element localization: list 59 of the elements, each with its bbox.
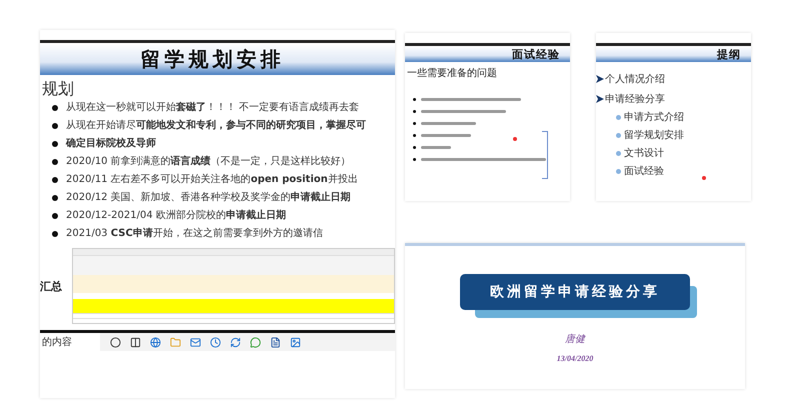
author-name: 唐健	[565, 332, 585, 346]
bullet-text: 确定目标院校及导师	[66, 138, 156, 150]
bullet-icon	[616, 168, 621, 174]
chat-icon[interactable]	[250, 336, 261, 348]
bullet-text: 2020/11 左右差不多可以开始关注各地的open position并投出	[66, 174, 358, 186]
bullet-text: 2020/12-2021/04 欧洲部分院校的申请截止日期	[66, 210, 286, 222]
bullet-icon	[52, 231, 58, 237]
bullet-icon	[52, 123, 58, 129]
bullet-text: 2020/10 前拿到满意的语言成绩（不是一定，只是这样比较好）	[66, 156, 351, 168]
bullet-text: 从现在开始请尽可能地发文和专利，参与不同的研究项目，掌握尽可	[66, 120, 366, 132]
bullet-text: 从现在这一秒就可以开始套磁了！！！ 不一定要有语言成绩再去套	[66, 102, 360, 114]
outline-subitem: 申请方式介绍	[624, 110, 684, 124]
bullet-icon	[413, 98, 416, 101]
outline-subitem: 面试经验	[624, 164, 664, 178]
bullet-icon	[52, 105, 58, 111]
task-view-icon[interactable]	[130, 336, 141, 348]
blurred-text-line	[421, 146, 451, 149]
search-field[interactable]: 的内容	[40, 333, 100, 351]
browser-icon[interactable]	[150, 336, 161, 348]
pointer-dot	[513, 137, 517, 141]
bullet-icon	[413, 158, 416, 161]
bullet-icon	[616, 114, 621, 120]
sync-icon[interactable]	[230, 336, 241, 348]
bullet-icon	[413, 134, 416, 137]
picture-icon[interactable]	[290, 336, 301, 348]
circle-icon[interactable]	[110, 336, 121, 348]
section-heading: 规划	[42, 79, 75, 100]
slide-title: 留学规划安排	[140, 46, 284, 72]
summary-label: 汇总	[40, 278, 63, 294]
bullet-icon	[52, 141, 58, 147]
outline-subitem: 留学规划安排	[624, 128, 684, 142]
blurred-text-line	[421, 134, 471, 137]
date-text: 13/04/2020	[556, 354, 594, 363]
outline-item: 申请经验分享	[605, 92, 665, 106]
slide-subtitle: 一些需要准备的问题	[407, 66, 498, 80]
arrow-bullet-icon	[596, 95, 604, 103]
bullet-icon	[413, 122, 416, 125]
bullet-icon	[616, 132, 621, 138]
bullet-icon	[52, 195, 58, 201]
outline-subitem: 文书设计	[624, 146, 664, 160]
title-banner: 欧洲留学申请经验分享	[460, 274, 690, 310]
bullet-icon	[52, 213, 58, 219]
outline-item: 个人情况介绍	[605, 72, 665, 86]
bullet-text: 2020/12 美国、新加坡、香港各种学校及奖学金的申请截止日期	[66, 192, 351, 204]
slide-title: 面试经验	[512, 46, 560, 62]
bullet-icon	[52, 159, 58, 165]
pointer-dot	[702, 176, 706, 180]
document-icon[interactable]	[270, 336, 281, 348]
bullet-icon	[413, 110, 416, 113]
bracket-line	[542, 131, 548, 179]
mail-icon[interactable]	[190, 336, 201, 348]
bullet-icon	[413, 146, 416, 149]
arrow-bullet-icon	[596, 75, 604, 83]
blurred-text-line	[421, 122, 476, 125]
bullet-icon	[616, 150, 621, 156]
bullet-text: 2021/03 CSC申请开始，在这之前需要拿到外方的邀请信	[66, 228, 323, 240]
clock-icon[interactable]	[210, 336, 221, 348]
bullet-icon	[52, 177, 58, 183]
slide-title: 提纲	[717, 46, 741, 62]
